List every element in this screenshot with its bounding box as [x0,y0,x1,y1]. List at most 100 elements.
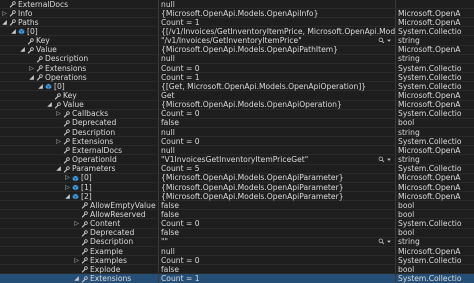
visualizer-dropdown-icon[interactable] [386,36,392,46]
name-cell: ◢ Paths [0,18,156,28]
wrench-icon [63,120,70,127]
property-name: [1] [81,182,92,192]
expanded-arrow-icon[interactable]: ◢ [1,18,8,28]
value-cell[interactable]: {Microsoft.OpenApi.Models.OpenApiParamet… [161,192,395,202]
value-cell[interactable]: {[Get, Microsoft.OpenApi.Models.OpenApiO… [161,82,395,92]
value-cell[interactable]: null [161,146,395,156]
wrench-icon [63,129,70,136]
wrench-icon [63,156,70,164]
value-cell[interactable]: "V1InvoicesGetInventoryItemPriceGet" [161,155,395,165]
magnifier-icon[interactable] [378,37,385,44]
value-cell[interactable]: {Microsoft.OpenApi.Models.OpenApiOperati… [161,100,395,110]
magnifier-icon[interactable] [378,238,385,245]
watch-row-info[interactable]: ▷ Info {Microsoft.OpenApi.Models.OpenApiIn… [0,8,474,19]
watch-row-externaldocs[interactable]: ExternalDocs null Microsoft.OpenA [0,145,474,156]
expanded-arrow-icon[interactable]: ◢ [19,45,26,55]
expanded-arrow-icon[interactable]: ◢ [46,100,53,110]
value-cell[interactable]: Get [161,91,395,101]
name-cell: ExternalDocs [0,0,156,9]
value-cell[interactable]: "/v1/Invoices/GetInventoryItemPrice" [161,36,395,46]
value-cell[interactable]: Count = 0 [161,219,395,229]
watch-row-2[interactable]: ◢ [2] {Microsoft.OpenApi.Models.OpenApiPar… [0,191,474,202]
collapsed-arrow-icon[interactable]: ▷ [28,64,35,74]
column-divider [158,45,159,54]
value-cell[interactable]: Count = 5 [161,164,395,174]
value-cell[interactable]: Count = 0 [161,256,395,266]
value-cell[interactable]: false [161,118,395,128]
value-cell[interactable]: Count = 1 [161,18,395,28]
watch-row-paths[interactable]: ◢ Paths Count = 1 Microsoft.OpenA [0,17,474,28]
expanded-arrow-icon[interactable]: ◢ [37,82,44,92]
expanded-arrow-icon[interactable]: ◢ [55,164,62,174]
watch-row-key[interactable]: Key "/v1/Invoices/GetInventoryItemPrice" s… [0,36,474,46]
value-cell[interactable]: {Microsoft.OpenApi.Models.OpenApiPathIte… [161,45,395,55]
watch-row-examples[interactable]: ▷ Examples Count = 0 System.Collectio [0,255,474,266]
watch-row-operationid[interactable]: OperationId "V1InvoicesGetInventoryItemPr… [0,155,474,165]
name-cell: ▷ [1] [0,183,156,193]
watch-row-value[interactable]: ◢ Value {Microsoft.OpenApi.Models.OpenApiP… [0,45,474,55]
collapsed-arrow-icon[interactable]: ▷ [55,109,62,119]
value-cell[interactable]: {Microsoft.OpenApi.Models.OpenApiInfo} [161,9,395,19]
watch-row-explode[interactable]: Explode false bool [0,264,474,275]
watch-row-0[interactable]: ◢ [0] {[/v1/Invoices/GetInventoryItemPrice… [0,26,474,37]
collapsed-arrow-icon[interactable]: ▷ [73,219,80,229]
name-cell: ◢ Parameters [0,164,156,174]
collapsed-arrow-icon[interactable]: ▷ [55,137,62,147]
name-cell: ◢ [2] [0,192,156,202]
collapsed-arrow-icon[interactable]: ▷ [73,256,80,266]
value-cell[interactable]: Count = 0 [161,64,395,74]
watch-row-allowreserved[interactable]: AllowReserved false bool [0,209,474,220]
watch-row-operations[interactable]: ◢ Operations Count = 1 System.Collectio [0,72,474,83]
watch-row-description[interactable]: Description null string [0,127,474,138]
value-cell[interactable]: {Microsoft.OpenApi.Models.OpenApiParamet… [161,183,395,193]
watch-row-extensions[interactable]: ▷ Extensions Count = 0 System.Collectio [0,136,474,147]
value-cell[interactable]: null [161,247,395,257]
value-cell[interactable]: null [161,0,395,9]
type-cell: System.Collectio [398,26,462,36]
watch-row-description[interactable]: Description null string [0,54,474,64]
watch-row-callbacks[interactable]: ▷ Callbacks Count = 0 System.Collectio [0,109,474,119]
value-cell[interactable]: false [161,228,395,238]
collapsed-arrow-icon[interactable]: ▷ [1,9,8,19]
value-cell[interactable]: null [161,54,395,64]
value-cell[interactable]: Count = 0 [161,109,395,119]
magnifier-icon[interactable] [378,156,385,163]
value-cell[interactable]: "" [161,237,395,247]
column-divider [158,237,159,246]
value-cell[interactable]: Count = 1 [161,73,395,83]
value-cell[interactable]: false [161,265,395,275]
expanded-arrow-icon[interactable]: ◢ [28,73,35,83]
visualizer-dropdown-icon[interactable] [386,155,392,165]
watch-row-deprecated[interactable]: Deprecated false bool [0,118,474,128]
watch-row-0[interactable]: ◢ [0] {[Get, Microsoft.OpenApi.Models.Open… [0,81,474,92]
watch-row-allowemptyvalue[interactable]: AllowEmptyValue false bool [0,200,474,211]
watch-row-0[interactable]: ▷ [0] {Microsoft.OpenApi.Models.OpenApiPar… [0,173,474,183]
watch-row-description[interactable]: Description "" string [0,237,474,247]
expanded-arrow-icon[interactable]: ◢ [64,192,71,202]
watch-row-content[interactable]: ▷ Content Count = 0 System.Collectio [0,219,474,229]
watch-row-1[interactable]: ▷ [1] {Microsoft.OpenApi.Models.OpenApiPar… [0,182,474,193]
value-cell[interactable]: Count = 0 [161,137,395,147]
collapsed-arrow-icon[interactable]: ▷ [64,183,71,193]
property-name: [0] [27,26,38,36]
value-cell[interactable]: {[/v1/Invoices/GetInventoryItemPrice, Mi… [161,27,395,37]
watch-row-example[interactable]: Example null Microsoft.OpenA [0,246,474,257]
collapsed-arrow-icon[interactable]: ▷ [64,173,71,183]
watch-row-value[interactable]: ◢ Value {Microsoft.OpenApi.Models.OpenApiO… [0,100,474,110]
watch-row-key[interactable]: Key Get Microsoft.OpenA [0,91,474,101]
watch-row-extensions[interactable]: ▷ Extensions Count = 0 System.Collectio [0,63,474,74]
expanded-arrow-icon[interactable]: ◢ [73,274,80,283]
watch-row-parameters[interactable]: ◢ Parameters Count = 5 System.Collectio [0,164,474,174]
visualizer-dropdown-icon[interactable] [386,237,392,247]
value-cell[interactable]: false [161,201,395,211]
watch-row-deprecated[interactable]: Deprecated false bool [0,228,474,238]
value-cell[interactable]: null [161,128,395,138]
watch-row-extensions[interactable]: ◢ Extensions Count = 1 System.Collectio [0,274,474,283]
expanded-arrow-icon[interactable]: ◢ [10,27,17,37]
value-cell[interactable]: Count = 1 [161,274,395,283]
wrench-icon [9,1,16,8]
wrench-icon [81,220,88,228]
value-cell[interactable]: {Microsoft.OpenApi.Models.OpenApiParamet… [161,173,395,183]
value-cell[interactable]: false [161,210,395,220]
watch-row-externaldocs[interactable]: ExternalDocs null [0,0,474,9]
